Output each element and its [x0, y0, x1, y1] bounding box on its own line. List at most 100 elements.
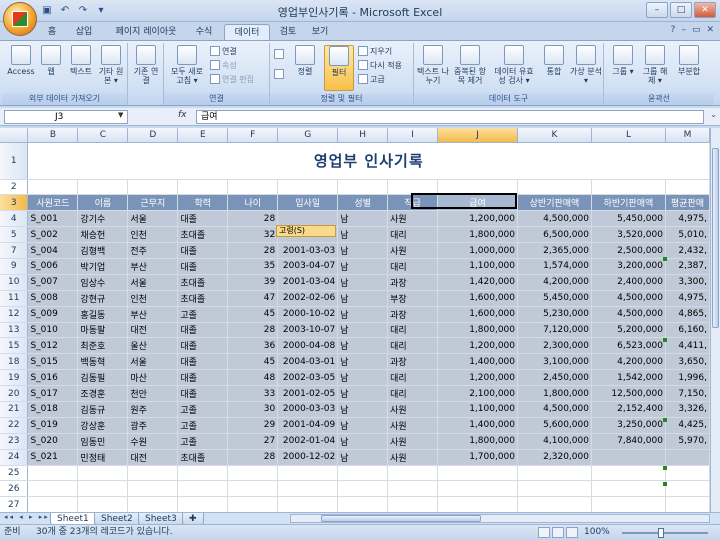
cell[interactable]: 김동규 — [77, 401, 129, 418]
cell[interactable]: 남 — [337, 290, 389, 307]
zoom-slider[interactable] — [622, 528, 708, 538]
cell[interactable] — [77, 179, 129, 196]
column-header-g[interactable]: G — [277, 128, 339, 143]
row-header[interactable]: 7 — [0, 242, 29, 259]
cell[interactable]: 강상훈 — [77, 417, 129, 434]
cell[interactable] — [337, 496, 389, 512]
select-all-corner[interactable] — [0, 128, 29, 143]
cell[interactable]: 고졸 — [177, 433, 229, 450]
cell[interactable]: 대리 — [387, 369, 439, 387]
header-cell[interactable]: 상반기판매액 — [517, 194, 592, 212]
cell[interactable] — [437, 179, 519, 196]
cell[interactable]: 원주 — [127, 401, 179, 418]
cell[interactable]: 채승헌 — [77, 226, 129, 244]
cell[interactable]: 남 — [337, 274, 389, 291]
cell[interactable]: 남 — [337, 401, 389, 418]
cell[interactable] — [517, 465, 592, 482]
row-header[interactable]: 27 — [0, 496, 29, 512]
refresh-all-button[interactable]: 모두 새로 고침 ▾ — [168, 45, 206, 85]
cell-table[interactable]: BCDEFGHIJKLM 1 영업부 인사기록 2 3 사원코드 이름 근무지 학력 나이 입사일… — [0, 128, 710, 512]
header-cell[interactable]: 사원코드 — [27, 194, 79, 212]
header-cell[interactable]: 성별 — [337, 194, 389, 212]
cell[interactable]: 2002-02-06 — [277, 290, 339, 307]
cell[interactable]: 28 — [227, 449, 279, 466]
cell[interactable] — [665, 179, 710, 196]
cell[interactable]: 28 — [227, 242, 279, 259]
cell[interactable]: 45 — [227, 306, 279, 323]
zoom-slider-knob[interactable] — [658, 528, 664, 538]
ribbon-minimize-icon[interactable]: – — [681, 25, 686, 35]
cell[interactable] — [437, 480, 519, 498]
cell[interactable]: 27 — [227, 433, 279, 450]
name-box[interactable]: J3 — [4, 110, 128, 124]
connections-button[interactable]: 연결 — [210, 46, 237, 58]
cell[interactable]: 4,411, — [665, 337, 710, 355]
office-button[interactable] — [3, 2, 37, 36]
row-header[interactable]: 1 — [0, 142, 29, 180]
cell[interactable]: 전주 — [127, 242, 179, 259]
cell[interactable]: 1,100,000 — [437, 258, 519, 275]
tab-review[interactable]: 검토 — [274, 24, 302, 40]
cell[interactable]: 2,100,000 — [437, 385, 519, 402]
cell[interactable] — [277, 496, 339, 512]
cell[interactable]: 1,200,000 — [437, 210, 519, 228]
row-header[interactable]: 9 — [0, 258, 29, 275]
cell[interactable] — [27, 496, 79, 512]
cell[interactable]: 사원 — [387, 242, 439, 259]
ribbon-close-icon[interactable]: ✕ — [706, 25, 714, 35]
row-header[interactable]: 25 — [0, 465, 29, 482]
cell[interactable]: 최준호 — [77, 337, 129, 355]
cell[interactable]: 대리 — [387, 322, 439, 339]
cell[interactable]: 4,200,000 — [517, 274, 592, 291]
cell[interactable]: 대리 — [387, 258, 439, 275]
cell[interactable] — [517, 496, 592, 512]
cell[interactable] — [337, 480, 389, 498]
cell[interactable]: 남 — [337, 258, 389, 275]
cell[interactable]: 강기수 — [77, 210, 129, 228]
cell[interactable]: 4,500,000 — [591, 306, 666, 323]
cell[interactable] — [127, 480, 179, 498]
cell[interactable]: 부산 — [127, 258, 179, 275]
cell[interactable]: 남 — [337, 210, 389, 228]
cell[interactable]: 4,100,000 — [517, 433, 592, 450]
cell[interactable]: 1,700,000 — [437, 449, 519, 466]
ungroup-button[interactable]: 그룹 해제 ▾ — [640, 45, 670, 85]
header-cell[interactable]: 이름 — [77, 194, 129, 212]
cell[interactable]: 천안 — [127, 385, 179, 402]
close-button[interactable]: ✕ — [694, 2, 716, 18]
cell[interactable]: 대졸 — [177, 322, 229, 339]
sort-button[interactable]: 정렬 — [290, 45, 320, 76]
cell[interactable]: 1,800,000 — [437, 226, 519, 244]
autofilter-popup[interactable]: 고령(S) — [276, 225, 336, 237]
cell[interactable]: S_008 — [27, 290, 79, 307]
name-box-dropdown-icon[interactable]: ▼ — [118, 111, 123, 119]
cell[interactable]: S_018 — [27, 401, 79, 418]
cell[interactable] — [77, 465, 129, 482]
cell[interactable]: S_020 — [27, 433, 79, 450]
cell[interactable]: 29 — [227, 417, 279, 434]
cell[interactable]: 인천 — [127, 226, 179, 244]
cell[interactable] — [387, 480, 439, 498]
cell[interactable]: 강현규 — [77, 290, 129, 307]
cell[interactable]: 과장 — [387, 274, 439, 291]
cell[interactable]: 1,400,000 — [437, 353, 519, 371]
cell[interactable]: 남 — [337, 433, 389, 450]
cell[interactable]: 대졸 — [177, 385, 229, 402]
cell[interactable]: 사원 — [387, 449, 439, 466]
cell[interactable]: 민정태 — [77, 449, 129, 466]
row-header[interactable]: 12 — [0, 306, 29, 323]
cell[interactable]: 1,574,000 — [517, 258, 592, 275]
column-header-m[interactable]: M — [665, 128, 710, 143]
header-cell[interactable]: 학력 — [177, 194, 229, 212]
cell[interactable]: 대졸 — [177, 353, 229, 371]
cell[interactable] — [227, 465, 279, 482]
cell[interactable]: 2002-01-04 — [277, 433, 339, 450]
consolidate-button[interactable]: 통합 — [540, 45, 568, 76]
header-cell[interactable]: 근무지 — [127, 194, 179, 212]
cell[interactable] — [665, 496, 710, 512]
cell[interactable]: 초대졸 — [177, 449, 229, 466]
cell[interactable] — [127, 465, 179, 482]
column-header-l[interactable]: L — [591, 128, 666, 143]
cell[interactable]: 4,200,000 — [591, 353, 666, 371]
cell[interactable]: 부산 — [127, 306, 179, 323]
